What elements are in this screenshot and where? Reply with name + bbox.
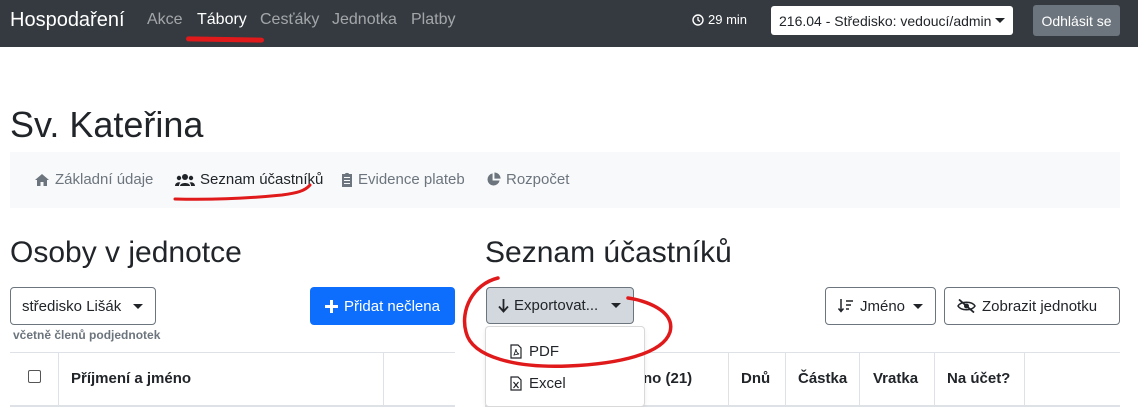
sort-icon — [838, 299, 853, 313]
page-title: Sv. Kateřina — [10, 104, 204, 145]
toggle-unit-label: Zobrazit jednotku — [982, 297, 1098, 315]
export-option-excel[interactable]: Excel — [510, 375, 566, 392]
column-header-to-account[interactable]: Na účet? — [947, 370, 1010, 387]
top-navbar: Hospodaření Akce Tábory Cesťáky Jednotka… — [0, 0, 1138, 47]
sort-button-label: Jméno — [860, 297, 906, 315]
tab-zakladni-udaje[interactable]: Základní údaje — [34, 171, 153, 188]
pie-chart-icon — [487, 172, 501, 186]
chevron-down-icon — [611, 303, 621, 308]
column-divider — [58, 353, 59, 407]
tab-label: Seznam účastníků — [200, 171, 324, 188]
plus-icon — [325, 299, 339, 313]
timer-text: 29 min — [708, 12, 748, 27]
column-divider — [383, 353, 384, 407]
tab-label: Základní údaje — [55, 171, 154, 188]
export-option-label: PDF — [529, 343, 559, 360]
tab-label: Rozpočet — [506, 171, 570, 188]
chevron-down-icon — [995, 18, 1005, 23]
sort-button[interactable]: Jméno — [825, 287, 936, 325]
column-header-days[interactable]: Dnů — [741, 370, 770, 387]
annotation-underline-tabory — [185, 36, 265, 43]
column-divider — [859, 353, 860, 407]
chevron-down-icon — [133, 304, 143, 309]
logout-button[interactable]: Odhlásit se — [1033, 5, 1120, 36]
export-dropdown-menu: PDF Excel — [485, 326, 645, 407]
include-subunits-note: včetně členů podjednotek — [13, 328, 161, 342]
chevron-down-icon — [913, 304, 923, 309]
nav-link-tabory[interactable]: Tábory — [197, 11, 247, 29]
eye-slash-icon — [957, 299, 976, 313]
toggle-unit-button[interactable]: Zobrazit jednotku — [944, 287, 1120, 325]
column-divider — [1024, 353, 1025, 407]
brand-logo[interactable]: Hospodaření — [10, 9, 125, 32]
export-button[interactable]: Exportovat... — [486, 287, 634, 324]
nav-link-platby[interactable]: Platby — [411, 11, 455, 29]
left-section-heading: Osoby v jednotce — [10, 236, 242, 269]
nav-link-cestaky[interactable]: Cesťáky — [260, 11, 319, 29]
export-option-pdf[interactable]: PDF — [510, 343, 559, 360]
clipboard-icon — [342, 172, 352, 187]
users-icon — [175, 173, 195, 186]
tab-rozpocet[interactable]: Rozpočet — [486, 171, 569, 188]
file-excel-icon — [510, 376, 522, 391]
column-header-refund[interactable]: Vratka — [873, 370, 918, 387]
column-divider — [934, 353, 935, 407]
tab-evidence-plateb[interactable]: Evidence plateb — [341, 171, 465, 188]
role-select-value: 216.04 - Středisko: vedoucí/admin — [779, 12, 992, 29]
column-header-name-count[interactable]: no (21) — [643, 370, 692, 387]
session-timer: 29 min — [692, 12, 747, 27]
right-section-heading: Seznam účastníků — [485, 236, 732, 269]
export-button-label: Exportovat... — [514, 297, 599, 314]
select-all-checkbox[interactable] — [28, 370, 41, 383]
nav-link-akce[interactable]: Akce — [147, 11, 183, 29]
add-nonmember-label: Přidat nečlena — [344, 297, 440, 315]
column-divider — [785, 353, 786, 407]
tab-seznam-ucastniku[interactable]: Seznam účastníků — [175, 171, 323, 188]
column-header-amount[interactable]: Částka — [798, 370, 847, 387]
add-nonmember-button[interactable]: Přidat nečlena — [310, 287, 455, 325]
column-header-name[interactable]: Příjmení a jméno — [71, 370, 191, 387]
arrow-down-icon — [498, 298, 509, 313]
file-pdf-icon — [510, 344, 522, 359]
left-table-header: Příjmení a jméno — [10, 352, 455, 407]
nav-link-jednotka[interactable]: Jednotka — [332, 11, 397, 29]
column-divider — [728, 353, 729, 407]
role-select[interactable]: 216.04 - Středisko: vedoucí/admin — [771, 6, 1013, 35]
clock-icon — [692, 13, 704, 26]
unit-select-button[interactable]: středisko Lišák — [10, 287, 156, 325]
export-option-label: Excel — [529, 375, 566, 392]
unit-select-label: středisko Lišák — [22, 297, 122, 315]
tab-bar: Základní údaje Seznam účastníků Evidence… — [10, 152, 1120, 208]
tab-label: Evidence plateb — [358, 171, 465, 188]
home-icon — [35, 173, 49, 186]
